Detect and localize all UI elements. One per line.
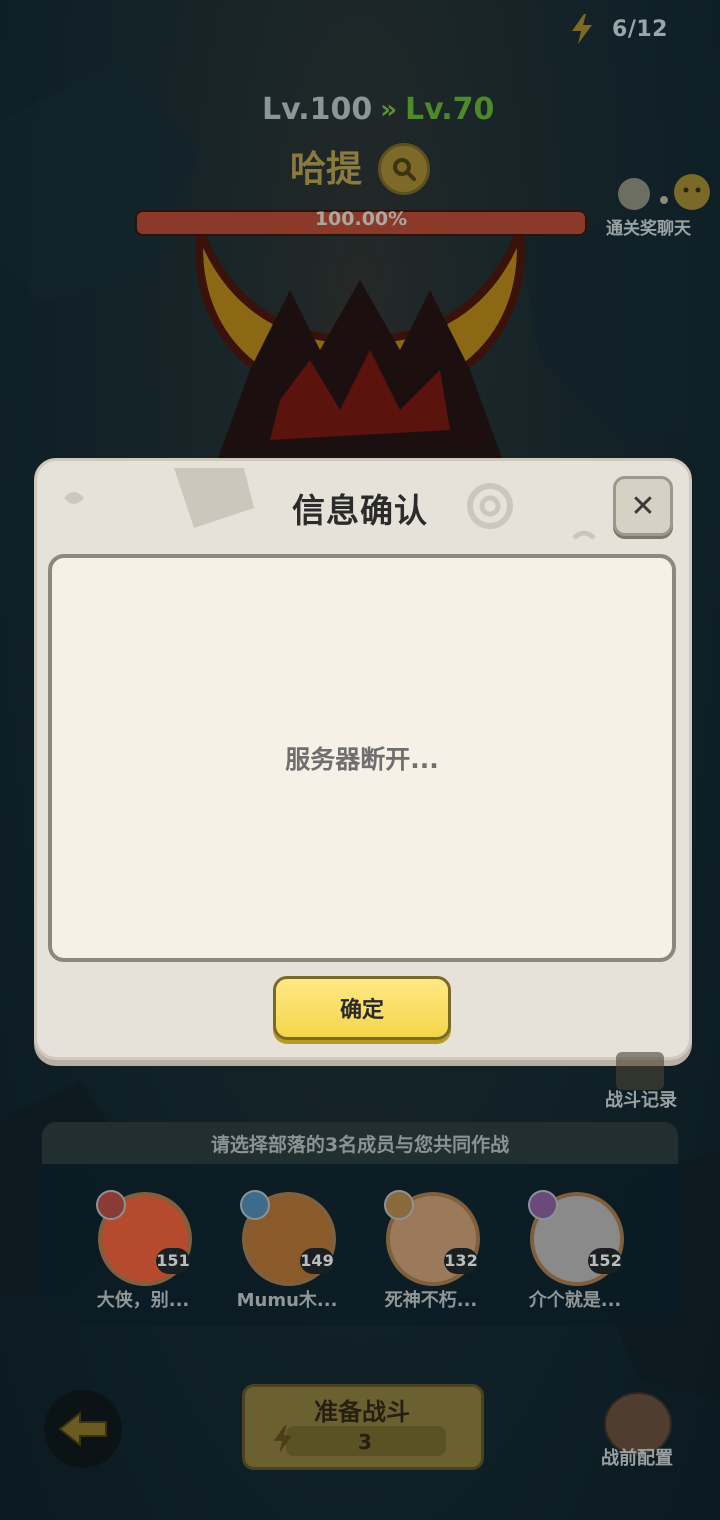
boss-name: 哈提 [290, 149, 363, 190]
search-icon [393, 158, 416, 181]
confirm-button[interactable]: 确定 [273, 976, 451, 1040]
member-name: 死神不朽... [384, 1290, 478, 1311]
member-level: 151 [156, 1248, 190, 1274]
member-level: 152 [588, 1248, 622, 1274]
boss-levels: Lv.100 » Lv.70 [262, 92, 494, 127]
ready-battle-label: 准备战斗 [314, 1398, 410, 1426]
scroll-icon[interactable] [616, 1052, 664, 1090]
member-name: 大侠，别... [96, 1290, 190, 1311]
tribe-member[interactable]: 151 大侠，别... [96, 1190, 238, 1332]
dialog-message: 服务器断开... [285, 745, 439, 774]
boss-hp-text: 100.00% [314, 208, 408, 230]
back-button[interactable] [44, 1390, 122, 1468]
ready-battle-cost: 3 [358, 1430, 372, 1454]
lightning-icon [273, 1425, 293, 1453]
dialog-title: 信息确认 [292, 491, 428, 530]
level-next: Lv.70 [405, 92, 495, 127]
energy-counter: 6/12 [570, 14, 668, 44]
battle-record-label[interactable]: 战斗记录 [605, 1086, 677, 1112]
energy-count: 6/12 [612, 16, 668, 42]
tribe-title: 请选择部落的3名成员与您共同作战 [210, 1134, 510, 1156]
close-button[interactable]: ✕ [613, 476, 673, 536]
back-arrow-icon [58, 1411, 107, 1447]
class-badge-icon [384, 1190, 414, 1220]
chat-icon [618, 174, 710, 210]
level-arrow-icon: » [380, 94, 398, 125]
class-badge-icon [528, 1190, 558, 1220]
chat-label: 通关奖聊天 [606, 219, 691, 239]
boss-info-button[interactable] [378, 143, 430, 195]
prebattle-config-label[interactable]: 战前配置 [601, 1444, 673, 1470]
class-badge-icon [96, 1190, 126, 1220]
tribe-member[interactable]: 149 Mumu木... [237, 1190, 382, 1332]
level-current: Lv.100 [262, 92, 373, 127]
member-name: Mumu木... [236, 1290, 338, 1311]
tribe-member[interactable]: 132 死神不朽... [384, 1190, 526, 1332]
confirm-button-label: 确定 [339, 998, 384, 1023]
lightning-icon [572, 14, 593, 44]
tribe-member[interactable]: 152 介个就是... [528, 1190, 670, 1332]
class-badge-icon [240, 1190, 270, 1220]
close-icon: ✕ [630, 488, 656, 524]
member-level: 132 [444, 1248, 478, 1274]
member-name: 介个就是... [528, 1290, 622, 1311]
member-level: 149 [300, 1248, 334, 1274]
